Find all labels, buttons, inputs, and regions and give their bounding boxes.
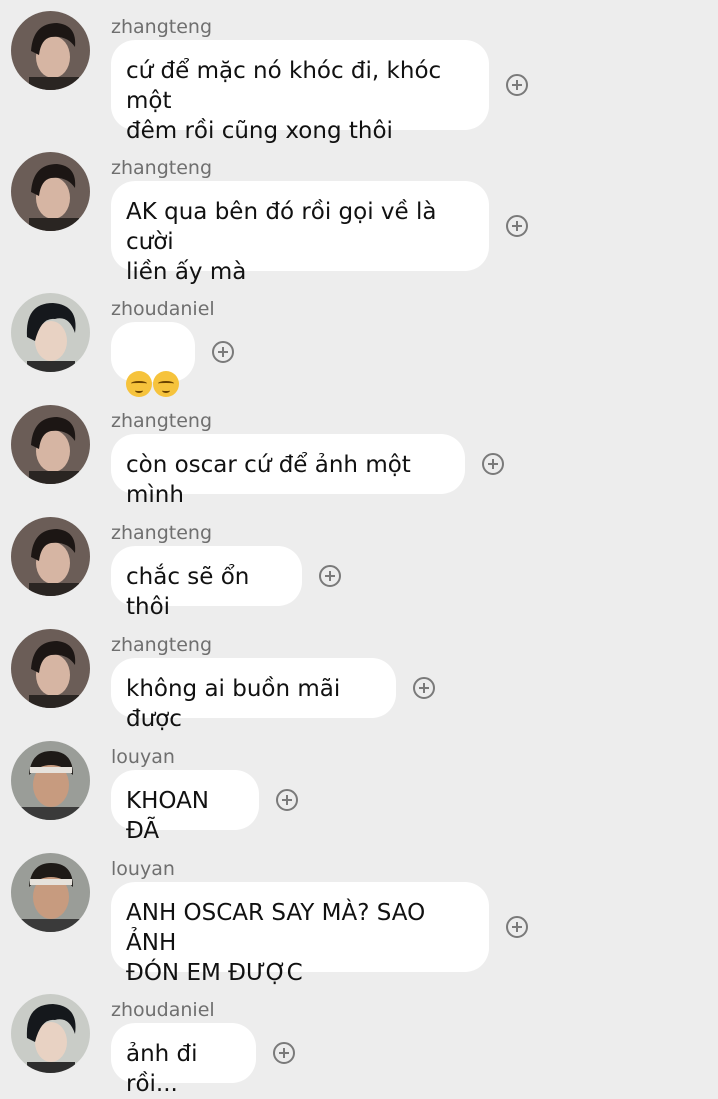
add-reaction-icon[interactable]	[506, 916, 528, 938]
add-reaction-icon[interactable]	[212, 341, 234, 363]
avatar-zhangteng[interactable]	[11, 405, 90, 484]
message-bubble[interactable]: chắc sẽ ổn thôi	[111, 546, 302, 620]
message-bubble[interactable]: ảnh đi rồi...	[111, 1023, 256, 1097]
sender-name: zhangteng	[111, 16, 213, 38]
message-bubble[interactable]: ANH OSCAR SAY MÀ? SAO ẢNH ĐÓN EM ĐƯỢC	[111, 882, 489, 986]
sender-name: zhoudaniel	[111, 298, 215, 320]
pensive-face-icon	[153, 370, 179, 397]
sender-name: louyan	[111, 858, 175, 880]
avatar-zhangteng[interactable]	[11, 629, 90, 708]
add-reaction-icon[interactable]	[276, 789, 298, 811]
message-bubble[interactable]: cứ để mặc nó khóc đi, khóc một đêm rồi c…	[111, 40, 489, 144]
avatar-zhoudaniel[interactable]	[11, 293, 90, 372]
add-reaction-icon[interactable]	[273, 1042, 295, 1064]
avatar-louyan[interactable]	[11, 853, 90, 932]
avatar-zhangteng[interactable]	[11, 11, 90, 90]
add-reaction-icon[interactable]	[319, 565, 341, 587]
sender-name: zhoudaniel	[111, 999, 215, 1021]
message-bubble[interactable]	[111, 322, 195, 397]
add-reaction-icon[interactable]	[482, 453, 504, 475]
sender-name: zhangteng	[111, 410, 213, 432]
sender-name: zhangteng	[111, 157, 213, 179]
avatar-louyan[interactable]	[11, 741, 90, 820]
avatar-zhangteng[interactable]	[11, 152, 90, 231]
avatar-zhangteng[interactable]	[11, 517, 90, 596]
sender-name: louyan	[111, 746, 175, 768]
message-bubble[interactable]: AK qua bên đó rồi gọi về là cười liền ấy…	[111, 181, 489, 285]
pensive-face-icon	[126, 370, 152, 397]
sender-name: zhangteng	[111, 634, 213, 656]
add-reaction-icon[interactable]	[506, 74, 528, 96]
add-reaction-icon[interactable]	[506, 215, 528, 237]
message-bubble[interactable]: không ai buồn mãi được	[111, 658, 396, 732]
avatar-zhoudaniel[interactable]	[11, 994, 90, 1073]
sender-name: zhangteng	[111, 522, 213, 544]
message-bubble[interactable]: KHOAN ĐÃ	[111, 770, 259, 844]
add-reaction-icon[interactable]	[413, 677, 435, 699]
message-bubble[interactable]: còn oscar cứ để ảnh một mình	[111, 434, 465, 508]
